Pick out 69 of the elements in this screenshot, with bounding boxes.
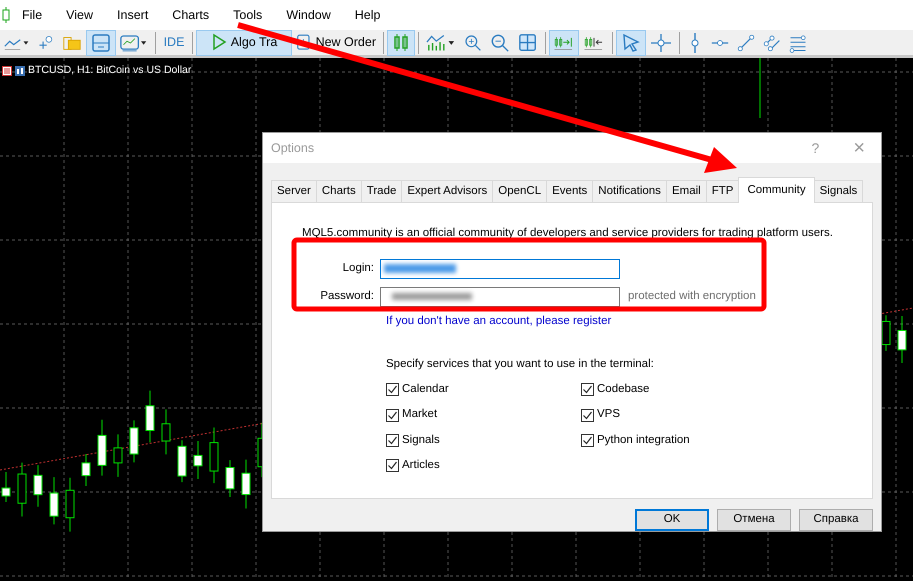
candle xyxy=(242,459,250,509)
candle xyxy=(898,315,906,364)
menu-item[interactable]: Window xyxy=(274,6,343,24)
section-label: Specify services that you want to use in the terminal: xyxy=(386,356,655,372)
checkbox[interactable] xyxy=(386,408,399,422)
cursor-button[interactable] xyxy=(616,30,646,56)
menu-item[interactable]: Charts xyxy=(160,6,222,24)
tab[interactable]: Server xyxy=(271,180,317,202)
candle xyxy=(226,460,234,498)
checkbox[interactable] xyxy=(581,434,594,447)
checkbox-label: Codebase xyxy=(597,382,650,398)
tile-windows-icon xyxy=(518,32,538,54)
dialog-button[interactable]: Справка xyxy=(799,509,873,531)
menu-item[interactable]: Insert xyxy=(105,6,160,24)
dialog-button[interactable]: OK xyxy=(635,509,709,531)
crosshair-icon xyxy=(650,32,672,54)
candle xyxy=(82,454,90,486)
chart-title: BTCUSD, H1: BitCoin vs US Dollar xyxy=(28,63,192,78)
checkbox-label: Python integration xyxy=(597,432,690,448)
menu-item[interactable]: File xyxy=(10,6,54,24)
checkbox-label: Calendar xyxy=(402,382,449,398)
candle xyxy=(130,420,138,463)
list-icon xyxy=(2,66,12,76)
field-label: Login: xyxy=(342,261,375,276)
checkbox[interactable] xyxy=(386,434,399,447)
candle xyxy=(210,427,218,484)
checkbox[interactable] xyxy=(386,383,399,396)
register-link[interactable]: If you don't have an account, please register xyxy=(386,312,612,330)
checkbox[interactable] xyxy=(386,459,399,472)
checkbox[interactable] xyxy=(581,408,594,422)
checkbox[interactable] xyxy=(581,383,594,396)
tab[interactable]: Signals xyxy=(814,180,864,202)
toolbar-button[interactable]: New Order xyxy=(292,30,380,56)
candle xyxy=(162,408,170,455)
candle xyxy=(50,476,58,525)
menu-item[interactable]: View xyxy=(54,6,106,24)
menu-item[interactable]: Tools xyxy=(221,6,274,24)
candle xyxy=(18,462,26,517)
dialog-title: Options xyxy=(271,140,314,157)
candle xyxy=(194,440,202,480)
chart-icon xyxy=(15,66,25,76)
toolbar-button[interactable]: IDE xyxy=(159,30,189,56)
candle xyxy=(146,390,154,444)
checkbox-label: Signals xyxy=(402,432,440,448)
candle xyxy=(98,419,106,476)
candle xyxy=(114,434,122,478)
window-layout-button[interactable] xyxy=(86,30,116,56)
intro-text: MQL5.community is an official community of developers and service providers for trading platform users. xyxy=(302,226,834,242)
candle xyxy=(34,464,42,508)
hint-text: protected with encryption xyxy=(628,289,756,304)
window-layout-icon xyxy=(90,32,112,54)
candle xyxy=(2,472,10,502)
checkbox-label: VPS xyxy=(597,407,620,422)
cursor-icon xyxy=(620,32,642,54)
horizontal-line-icon xyxy=(711,38,729,46)
checkbox-label: Market xyxy=(402,407,438,422)
candle xyxy=(178,440,186,483)
vertical-line-icon xyxy=(691,32,699,54)
login-field[interactable] xyxy=(380,258,620,279)
field-label: Password: xyxy=(319,289,375,304)
candle xyxy=(66,477,74,532)
zoom-out-icon xyxy=(490,32,510,54)
menu-item[interactable]: Help xyxy=(342,6,392,24)
dialog-button[interactable]: Отмена xyxy=(717,509,791,531)
candlestick-button[interactable] xyxy=(387,30,415,56)
checkbox-label: Articles xyxy=(402,458,440,473)
candle xyxy=(882,314,890,352)
password-field[interactable] xyxy=(380,286,620,307)
tab[interactable]: Community xyxy=(738,177,815,204)
